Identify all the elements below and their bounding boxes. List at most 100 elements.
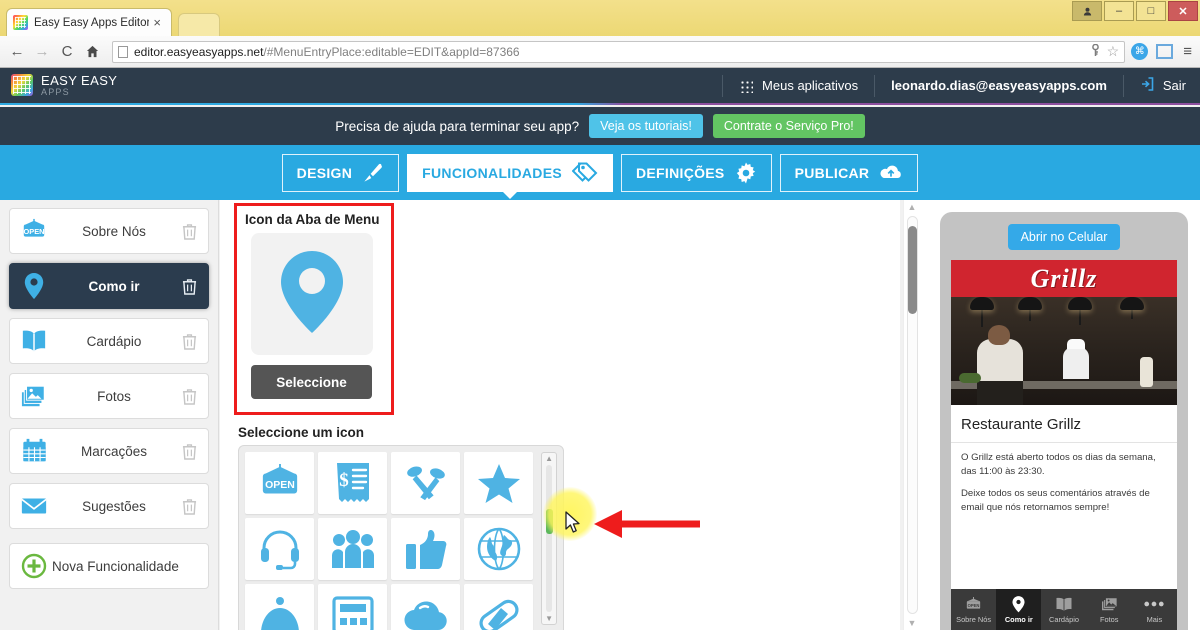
sidebar-item-fotos[interactable]: Fotos — [9, 373, 209, 419]
page-document-icon — [118, 46, 128, 58]
close-icon[interactable]: × — [149, 16, 165, 29]
pro-service-button[interactable]: Contrate o Serviço Pro! — [713, 114, 865, 138]
icon-option-star[interactable] — [464, 452, 533, 514]
back-icon[interactable]: ← — [6, 41, 28, 63]
extension-icon[interactable]: ⌘ — [1131, 43, 1148, 60]
icon-option-pill[interactable] — [464, 584, 533, 630]
sidebar-item-como-ir[interactable]: Como ir — [9, 263, 209, 309]
phone-tab-label: Sobre Nós — [956, 615, 991, 624]
page-title: Restaurante Grillz — [951, 405, 1177, 443]
url-path: /#MenuEntryPlace:editable=EDIT&appId=873… — [263, 45, 519, 59]
screenshot-extension-icon[interactable] — [1156, 44, 1173, 59]
phone-tab-label: Como ir — [1005, 615, 1033, 624]
icon-option-open-sign[interactable]: OPEN — [245, 452, 314, 514]
maximize-button[interactable]: □ — [1136, 1, 1166, 21]
url-host: editor.easyeasyapps.net — [134, 45, 263, 59]
phone-tab-sobre-nos[interactable]: OPEN Sobre Nós — [951, 589, 996, 630]
sidebar-item-label: Fotos — [50, 389, 178, 404]
browser-titlebar: Easy Easy Apps Editor × – □ ✕ — [0, 0, 1200, 36]
bookmark-star-icon[interactable]: ☆ — [1107, 43, 1120, 60]
trash-icon[interactable] — [178, 388, 200, 405]
favicon-icon — [13, 15, 28, 30]
tab-funcionalidades[interactable]: FUNCIONALIDADES — [407, 154, 613, 192]
editor-content: Icon da Aba de Menu Seleccione Seleccion… — [220, 200, 900, 630]
help-text: Precisa de ajuda para terminar seu app? — [335, 119, 579, 134]
sidebar-item-label: Como ir — [50, 279, 178, 294]
photos-icon — [1101, 596, 1118, 613]
tab-design[interactable]: DESIGN — [282, 154, 399, 192]
phone-tab-fotos[interactable]: Fotos — [1087, 589, 1132, 630]
icon-option-fireworks[interactable] — [391, 452, 460, 514]
open-on-mobile-button[interactable]: Abrir no Celular — [1008, 224, 1120, 250]
menu-tab-icon-panel: Icon da Aba de Menu Seleccione — [234, 203, 394, 415]
trash-icon[interactable] — [178, 333, 200, 350]
icon-option-cloud[interactable] — [391, 584, 460, 630]
logout-button[interactable]: Sair — [1126, 77, 1200, 94]
icon-option-chef-hat[interactable] — [245, 584, 314, 630]
sidebar-item-marcacoes[interactable]: Marcações — [9, 428, 209, 474]
tab-definicoes[interactable]: DEFINIÇÕES — [621, 154, 772, 192]
window-close-button[interactable]: ✕ — [1168, 1, 1198, 21]
forward-icon[interactable]: → — [31, 41, 53, 63]
address-bar[interactable]: editor.easyeasyapps.net/#MenuEntryPlace:… — [112, 41, 1125, 63]
icon-option-thumbs-up[interactable] — [391, 518, 460, 580]
icon-option-people[interactable] — [318, 518, 387, 580]
sidebar-item-cardapio[interactable]: Cardápio — [9, 318, 209, 364]
svg-text:OPEN: OPEN — [968, 603, 980, 608]
sidebar-item-sobre-nos[interactable]: OPEN Sobre Nós — [9, 208, 209, 254]
icon-option-calculator[interactable] — [318, 584, 387, 630]
trash-icon[interactable] — [178, 278, 200, 295]
main-nav-tabs: DESIGN FUNCIONALIDADES DEFINIÇÕES — [0, 145, 1200, 200]
divider — [874, 75, 875, 97]
trash-icon[interactable] — [178, 443, 200, 460]
user-email-label: leonardo.dias@easyeasyapps.com — [891, 78, 1107, 93]
reload-icon[interactable]: C — [56, 41, 78, 63]
scroll-down-icon[interactable]: ▼ — [542, 614, 556, 623]
icon-option-globe[interactable] — [464, 518, 533, 580]
tab-title: Easy Easy Apps Editor — [34, 17, 149, 29]
sidebar-item-label: Sugestões — [50, 499, 178, 514]
scrollbar-thumb[interactable] — [908, 226, 917, 314]
sidebar-item-sugestoes[interactable]: Sugestões — [9, 483, 209, 529]
phone-tab-mais[interactable]: Mais — [1132, 589, 1177, 630]
new-feature-button[interactable]: Nova Funcionalidade — [9, 543, 209, 589]
divider — [722, 75, 723, 97]
scroll-down-icon[interactable]: ▼ — [904, 618, 920, 628]
svg-text:OPEN: OPEN — [24, 227, 45, 236]
brush-icon — [362, 163, 384, 183]
phone-tab-cardapio[interactable]: Cardápio — [1041, 589, 1086, 630]
scroll-up-icon[interactable]: ▲ — [904, 202, 920, 212]
icon-picker: OPEN $ — [238, 445, 564, 630]
icon-preview[interactable] — [251, 233, 373, 355]
scroll-up-icon[interactable]: ▲ — [542, 454, 556, 463]
map-pin-icon — [1012, 596, 1025, 613]
minimize-button[interactable]: – — [1104, 1, 1134, 21]
app-header: EASY EASY APPS Meus aplicativos leonardo… — [0, 68, 1200, 105]
user-email[interactable]: leonardo.dias@easyeasyapps.com — [877, 78, 1121, 93]
phone-tab-como-ir[interactable]: Como ir — [996, 589, 1041, 630]
tutorials-button[interactable]: Veja os tutoriais! — [589, 114, 703, 138]
home-icon[interactable] — [81, 41, 103, 63]
app-logo[interactable]: EASY EASY APPS — [0, 74, 117, 97]
browser-tab[interactable]: Easy Easy Apps Editor × — [6, 8, 172, 36]
icon-grid-scrollbar[interactable]: ▲ ▼ — [541, 452, 557, 625]
envelope-icon — [18, 495, 50, 517]
browser-menu-icon[interactable]: ≡ — [1181, 43, 1194, 60]
scrollbar-thumb[interactable] — [546, 509, 553, 534]
logo-line-2: APPS — [41, 88, 117, 97]
trash-icon[interactable] — [178, 223, 200, 240]
icon-option-headset[interactable] — [245, 518, 314, 580]
calendar-icon — [18, 438, 50, 464]
my-apps-link[interactable]: Meus aplicativos — [725, 78, 872, 93]
user-profile-button[interactable] — [1072, 1, 1102, 21]
select-icon-button[interactable]: Seleccione — [251, 365, 372, 399]
new-tab-button[interactable] — [178, 13, 220, 36]
scrollbar-track[interactable] — [546, 465, 552, 612]
features-sidebar: OPEN Sobre Nós Como ir — [0, 200, 219, 630]
tab-publicar[interactable]: PUBLICAR — [780, 154, 919, 192]
book-icon — [18, 328, 50, 354]
key-icon[interactable] — [1090, 44, 1101, 60]
icon-option-receipt[interactable]: $ — [318, 452, 387, 514]
trash-icon[interactable] — [178, 498, 200, 515]
content-scrollbar[interactable]: ▲ ▼ — [903, 200, 920, 630]
